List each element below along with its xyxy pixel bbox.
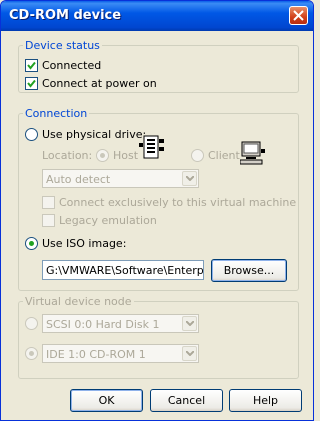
scsi-radio[interactable] <box>25 317 38 330</box>
checkmark-icon <box>27 79 36 88</box>
legacy-emulation-checkbox[interactable] <box>42 214 55 227</box>
client-computer-icon <box>240 141 265 165</box>
legacy-emulation-row[interactable]: Legacy emulation <box>42 214 157 227</box>
connected-label: Connected <box>42 59 102 72</box>
host-radio-row[interactable]: Host <box>96 149 138 162</box>
help-label: Help <box>252 394 279 407</box>
close-icon <box>293 10 304 21</box>
scsi-node-value: SCSI 0:0 Hard Disk 1 <box>46 318 160 331</box>
browse-label: Browse... <box>223 264 275 277</box>
virtual-device-node-group: Virtual device node <box>18 295 299 379</box>
ok-label: OK <box>98 394 115 407</box>
use-physical-drive-radio[interactable] <box>25 128 38 141</box>
ide-node-value: IDE 1:0 CD-ROM 1 <box>46 348 146 361</box>
physical-drive-value: Auto detect <box>46 173 111 186</box>
chevron-down-icon <box>186 176 194 181</box>
chevron-down-icon <box>186 351 194 356</box>
ide-radio[interactable] <box>25 347 38 360</box>
host-label: Host <box>113 149 139 162</box>
connect-exclusively-checkbox[interactable] <box>42 196 55 209</box>
scsi-node-select[interactable]: SCSI 0:0 Hard Disk 1 <box>42 314 199 333</box>
connect-exclusively-label: Connect exclusively to this virtual mach… <box>59 196 297 209</box>
use-physical-drive-row[interactable]: Use physical drive: <box>25 128 146 141</box>
dialog-body: Device status Connected Connect at power… <box>4 31 310 417</box>
help-button[interactable]: Help <box>229 389 302 412</box>
connected-checkbox[interactable] <box>25 59 38 72</box>
ok-button[interactable]: OK <box>70 389 143 412</box>
connection-legend: Connection <box>25 107 88 120</box>
cancel-label: Cancel <box>167 394 206 407</box>
checkmark-icon <box>27 61 36 70</box>
dropdown-arrow[interactable] <box>182 316 197 331</box>
dropdown-arrow[interactable] <box>182 171 197 186</box>
connected-checkbox-row[interactable]: Connected <box>25 59 101 72</box>
use-iso-image-row[interactable]: Use ISO image: <box>25 237 126 250</box>
client-radio[interactable] <box>191 149 204 162</box>
cdrom-device-dialog: CD-ROM device Device status Connected Co… <box>0 0 314 421</box>
iso-path-value: G:\VMWARE\Software\Enterpri <box>46 264 204 277</box>
connect-exclusively-row[interactable]: Connect exclusively to this virtual mach… <box>42 196 296 209</box>
connect-at-power-on-row[interactable]: Connect at power on <box>25 77 157 90</box>
close-button[interactable] <box>289 6 308 25</box>
use-physical-drive-label: Use physical drive: <box>42 128 147 141</box>
scsi-radio-row[interactable] <box>25 317 42 330</box>
device-status-legend: Device status <box>25 39 100 52</box>
virtual-device-node-legend: Virtual device node <box>25 295 132 308</box>
title-bar[interactable]: CD-ROM device <box>1 1 313 31</box>
physical-drive-select[interactable]: Auto detect <box>42 169 199 188</box>
host-computer-icon <box>139 135 164 159</box>
client-radio-row[interactable]: Client <box>191 149 240 162</box>
ide-node-select[interactable]: IDE 1:0 CD-ROM 1 <box>42 344 199 363</box>
chevron-down-icon <box>186 321 194 326</box>
dropdown-arrow[interactable] <box>182 346 197 361</box>
legacy-emulation-label: Legacy emulation <box>59 214 157 227</box>
connect-at-power-on-label: Connect at power on <box>42 77 157 90</box>
browse-button[interactable]: Browse... <box>211 259 287 282</box>
use-iso-image-label: Use ISO image: <box>42 237 127 250</box>
iso-path-input[interactable]: G:\VMWARE\Software\Enterpri <box>42 260 204 280</box>
client-label: Client <box>208 149 240 162</box>
cancel-button[interactable]: Cancel <box>150 389 223 412</box>
connect-at-power-on-checkbox[interactable] <box>25 77 38 90</box>
use-iso-image-radio[interactable] <box>25 237 38 250</box>
location-label: Location: <box>42 149 93 162</box>
window-title: CD-ROM device <box>9 8 122 23</box>
host-radio[interactable] <box>96 149 109 162</box>
ide-radio-row[interactable] <box>25 347 42 360</box>
